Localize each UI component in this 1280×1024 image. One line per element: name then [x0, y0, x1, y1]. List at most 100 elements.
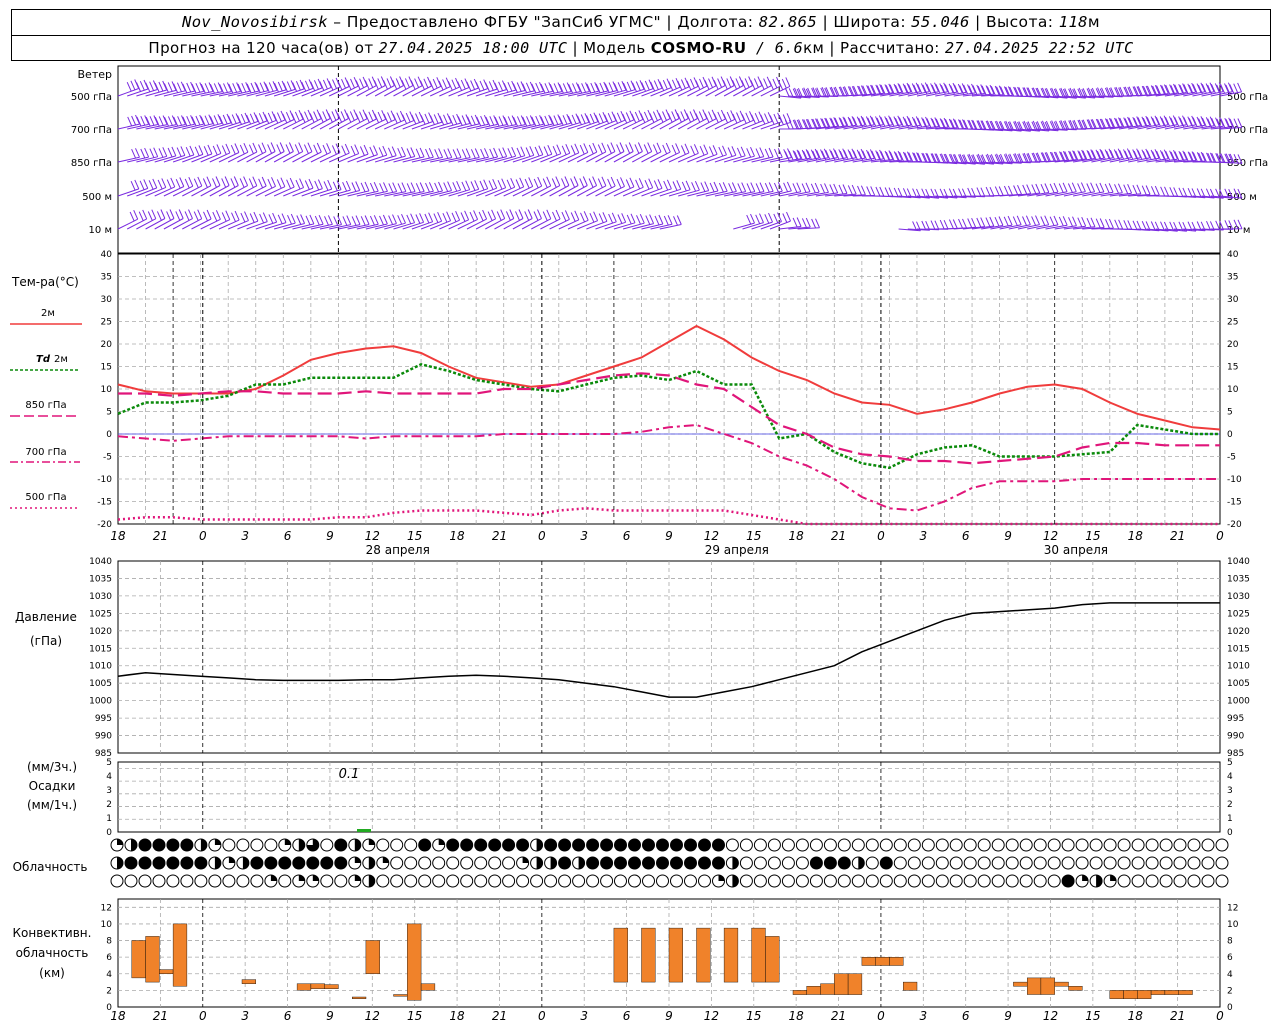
pressure-tick-left: 1030	[89, 592, 112, 602]
conv-bar	[352, 996, 367, 999]
meteogram: Ветер 500 гПа 500 гПа 700 гПа 700 гПа 850 гПа…	[10, 65, 1268, 1023]
pressure-tick-left: 1015	[89, 644, 112, 654]
cloud-quarter-fill	[382, 857, 389, 863]
bottom-axis-tick: 15	[407, 1009, 422, 1023]
conv-bar	[903, 981, 918, 991]
cloud-cover-circle	[460, 874, 474, 888]
pressure-tick-right: 1010	[1227, 662, 1250, 672]
cloud-half-fill	[368, 857, 375, 869]
cloud-cover-circle	[656, 838, 669, 852]
wind-barb	[577, 112, 599, 130]
cloud-cover-circle	[502, 874, 516, 888]
bottom-axis-tick: 21	[153, 1009, 168, 1023]
cloud-cover-circle	[1089, 838, 1103, 852]
cloud-quarter-fill	[312, 875, 319, 881]
cloud-cover-circle	[1117, 874, 1131, 888]
wind-barb	[494, 177, 516, 197]
pressure-tick-left: 1040	[89, 557, 112, 567]
temp-axis-tick: 6	[962, 529, 970, 543]
cloud-quarter-fill	[438, 839, 445, 845]
pressure-tick-left: 990	[95, 732, 112, 742]
wind-level-label-left: 700 гПа	[71, 125, 112, 136]
cloud-half-fill	[578, 857, 585, 869]
cloud-cover-circle	[558, 838, 572, 852]
cloud-cover-circle	[110, 874, 124, 888]
bottom-axis-tick: 21	[492, 1009, 507, 1023]
cloud-cover-circle	[264, 838, 278, 852]
cloud-cover-circle	[935, 874, 949, 888]
pressure-tick-left: 1025	[89, 609, 112, 619]
temp-tick-right: 25	[1227, 318, 1238, 328]
date-label: 29 апреля	[705, 543, 769, 557]
cloud-quarter-fill	[718, 875, 725, 881]
wind-barb	[411, 212, 434, 230]
conv-title-3: (км)	[39, 966, 65, 980]
wind-barb	[558, 143, 580, 163]
cloud-cover-circle	[1103, 856, 1117, 870]
cloud-half-fill	[536, 839, 543, 851]
conv-bar	[1150, 990, 1166, 995]
legend-td2-label: 2м	[54, 354, 68, 365]
cloud-cover-circle	[544, 874, 558, 888]
temp-axis-tick: 9	[665, 529, 673, 543]
temp-tick-right: 40	[1227, 250, 1239, 260]
wind-barb	[163, 146, 186, 163]
cloud-half-fill	[117, 857, 123, 869]
wind-barb	[301, 78, 323, 97]
cloud-cover-circle	[893, 838, 907, 852]
cloud-cover-circle	[1061, 838, 1075, 852]
pressure-tick-right: 995	[1227, 714, 1244, 724]
wind-barb	[742, 213, 764, 230]
cloud-cover-circle	[642, 838, 655, 852]
cloud-cover-circle	[698, 856, 711, 870]
cloud-cover-circle	[921, 838, 935, 852]
cloud-cover-circle	[600, 874, 614, 888]
pressure-unit: (гПа)	[30, 634, 62, 648]
temp-axis-tick: 12	[704, 529, 719, 543]
cloud-cover-circle	[656, 874, 669, 888]
conv-bar	[834, 973, 849, 995]
wind-barb	[117, 209, 139, 230]
temp-tick-right: -10	[1227, 475, 1242, 485]
temp-tick-left: 10	[101, 385, 113, 395]
cloud-cover-circle	[712, 856, 725, 870]
cloud-half-fill	[550, 857, 557, 869]
pressure-tick-right: 1015	[1227, 644, 1250, 654]
cloud-cover-circle	[376, 874, 390, 888]
cloud-cover-circle	[1201, 874, 1215, 888]
cloud-cover-circle	[893, 874, 907, 888]
temp-tick-left: -15	[97, 498, 112, 508]
wind-barb	[200, 144, 222, 163]
cloud-cover-circle	[1201, 838, 1215, 852]
cloud-cover-circle	[418, 838, 432, 852]
cloud-cover-circle	[432, 874, 446, 888]
cloud-cover-circle	[837, 838, 851, 852]
cloud-cover-circle	[823, 856, 837, 870]
conv-title-1: Конвективн.	[13, 926, 92, 940]
legend-850-label: 850 гПа	[25, 400, 66, 411]
cloud-cover-circle	[670, 874, 683, 888]
cloud-cover-circle	[1173, 838, 1187, 852]
temp-axis-tick: 18	[110, 529, 126, 543]
wind-barb	[659, 77, 681, 97]
pressure-tick-left: 1035	[89, 574, 112, 584]
cloud-cover-circle	[851, 874, 865, 888]
conv-tick-left: 12	[101, 903, 112, 913]
legend-500-label: 500 гПа	[25, 492, 66, 503]
temp-axis-tick: 6	[284, 529, 292, 543]
cloud-cover-circle	[418, 874, 432, 888]
cloud-cover-circle	[1033, 838, 1047, 852]
cloud-cover-circle	[404, 838, 418, 852]
cloud-cover-circle	[809, 838, 823, 852]
wind-barb	[310, 78, 332, 97]
cloud-cover-circle	[879, 874, 893, 888]
bottom-axis-tick: 0	[199, 1009, 207, 1023]
pressure-tick-left: 1000	[89, 697, 112, 707]
cloud-cover-circle	[488, 856, 502, 870]
cloud-cover-circle	[628, 874, 641, 888]
cloud-cover-circle	[292, 856, 306, 870]
temp-axis-tick: 6	[623, 529, 631, 543]
temp-axis-tick: 21	[1170, 529, 1185, 543]
temp-tick-right: 35	[1227, 273, 1238, 283]
cloud-cover-circle	[586, 874, 600, 888]
